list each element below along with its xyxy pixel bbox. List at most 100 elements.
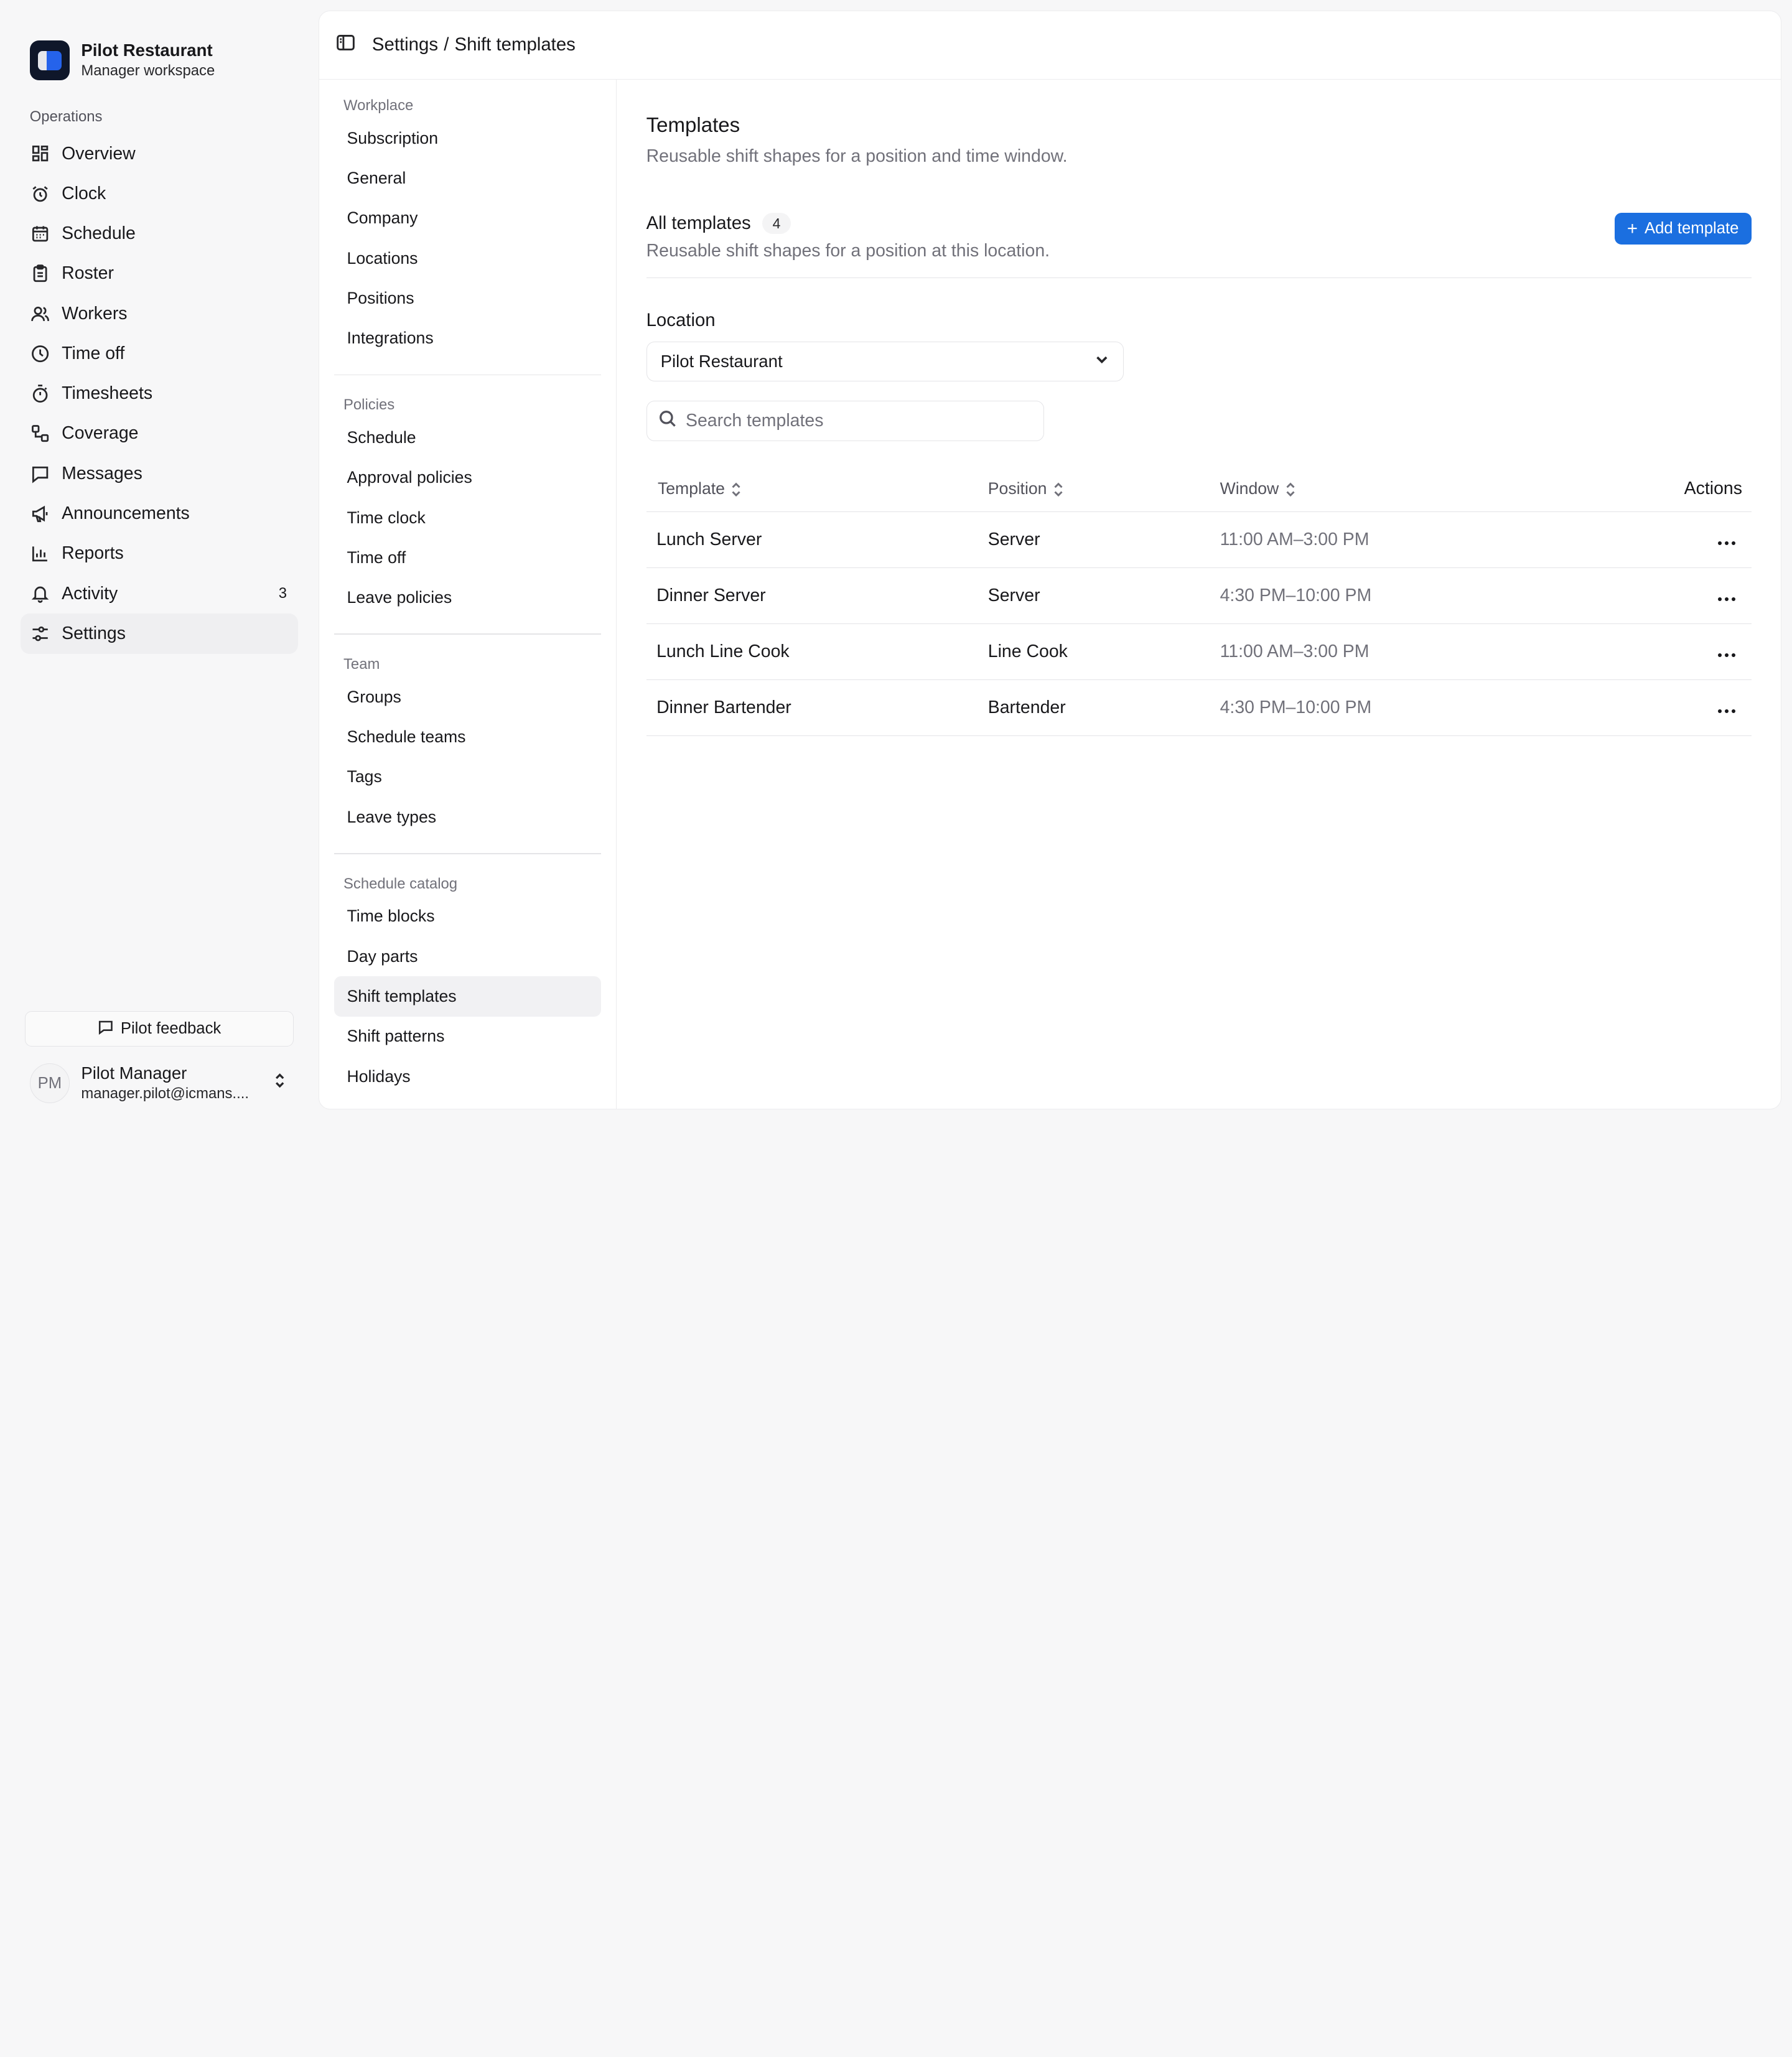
settings-nav-item-day-parts[interactable]: Day parts [334,936,601,976]
sidebar-item-activity[interactable]: Activity 3 [21,574,298,613]
message-icon [30,464,50,484]
sidebar-item-settings[interactable]: Settings [21,613,299,654]
template-name-cell: Dinner Bartender [646,679,988,737]
search-icon [658,409,676,432]
settings-nav-item-schedule[interactable]: Schedule [334,417,601,457]
settings-group-label: Workplace [343,96,414,114]
settings-nav-item-general[interactable]: General [334,158,601,198]
megaphone-icon [30,503,50,524]
settings-nav-item-holidays[interactable]: Holidays [334,1056,601,1096]
sidebar: Pilot Restaurant Manager workspace Opera… [0,0,319,1120]
add-template-button[interactable]: + Add template [1614,212,1752,245]
settings-nav-item-subscription[interactable]: Subscription [334,118,601,158]
sidebar-item-label: Schedule [62,223,136,244]
clipboard-icon [30,263,50,284]
settings-nav-item-integrations[interactable]: Integrations [334,319,601,358]
breadcrumb-current: Shift templates [454,34,576,55]
sidebar-item-timesheets[interactable]: Timesheets [21,374,298,414]
user-menu[interactable]: PM Pilot Manager manager.pilot@icmans...… [25,1047,294,1120]
user-name: Pilot Manager [81,1063,187,1083]
settings-nav-item-time-clock[interactable]: Time clock [334,498,601,538]
sidebar-item-overview[interactable]: Overview [21,134,298,174]
sidebar-toggle-icon[interactable] [335,32,356,58]
breadcrumb-settings[interactable]: Settings [372,34,438,55]
more-actions-icon[interactable] [1717,597,1735,602]
page-description: Reusable shift shapes for a position and… [646,146,1068,167]
page-title: Templates [646,113,740,137]
divider [334,374,601,376]
settings-nav-item-leave-policies[interactable]: Leave policies [334,577,601,617]
location-select[interactable]: Pilot Restaurant [646,341,1124,382]
sidebar-item-time-off[interactable]: Time off [21,334,298,373]
sidebar-item-clock[interactable]: Clock [21,174,298,213]
settings-nav-item-shift-templates[interactable]: Shift templates [334,976,601,1017]
template-name-cell: Lunch Line Cook [646,623,988,681]
location-select-value: Pilot Restaurant [660,352,783,371]
column-header-position[interactable]: Position [987,466,1220,513]
settings-nav-item-time-off[interactable]: Time off [334,538,601,577]
settings-nav-item-positions[interactable]: Positions [334,278,601,318]
avatar: PM [29,1063,70,1104]
table-row[interactable]: Dinner Server Server 4:30 PM–10:00 PM [646,567,1752,625]
settings-nav-item-shift-patterns[interactable]: Shift patterns [334,1017,601,1056]
section-header: All templates 4 Reusable shift shapes fo… [646,212,1752,278]
sidebar-item-announcements[interactable]: Announcements [21,493,298,533]
settings-nav-item-tags[interactable]: Tags [334,757,601,797]
breadcrumb: Settings / Shift templates [372,34,576,55]
sidebar-item-label: Workers [62,303,128,324]
actions-cell [1588,511,1752,569]
column-header-position-label: Position [987,479,1047,498]
page-content: Templates Reusable shift shapes for a po… [617,80,1781,1109]
user-email: manager.pilot@icmans.... [81,1085,249,1103]
sidebar-item-roster[interactable]: Roster [21,254,298,294]
sidebar-item-label: Clock [62,183,106,203]
chevron-down-icon [1094,352,1110,372]
sidebar-item-reports[interactable]: Reports [21,534,298,574]
column-header-template[interactable]: Template [646,466,988,513]
position-cell: Bartender [987,679,1220,737]
location-label: Location [646,310,716,331]
sidebar-item-messages[interactable]: Messages [21,454,298,493]
brand[interactable]: Pilot Restaurant Manager workspace [0,0,319,91]
chevrons-up-down-icon[interactable] [271,1071,289,1094]
stopwatch-icon [30,383,50,404]
table-row[interactable]: Dinner Bartender Bartender 4:30 PM–10:00 P… [646,679,1752,737]
sort-icon [729,482,743,498]
search-input[interactable] [686,411,1032,432]
sidebar-nav: Overview Clock Schedule Roster Workers Time o… [0,134,319,654]
sidebar-item-label: Messages [62,463,142,483]
sidebar-item-label: Settings [62,623,126,643]
settings-nav-item-company[interactable]: Company [334,198,601,238]
settings-nav-item-time-blocks[interactable]: Time blocks [334,897,601,936]
column-header-actions: Actions [1588,466,1752,513]
more-actions-icon[interactable] [1717,653,1735,658]
brand-subtitle: Manager workspace [81,62,215,80]
main-panel: Settings / Shift templates Workplace Subs… [319,10,1782,1110]
table-row[interactable]: Lunch Server Server 11:00 AM–3:00 PM [646,511,1752,569]
settings-nav: Workplace Subscription General Company Locat… [319,79,617,1109]
grid-icon [30,143,50,164]
window-cell: 11:00 AM–3:00 PM [1220,623,1589,681]
settings-nav-item-schedule-teams[interactable]: Schedule teams [334,717,601,757]
add-template-label: Add template [1644,220,1739,238]
window-cell: 4:30 PM–10:00 PM [1220,567,1589,625]
more-actions-icon[interactable] [1717,709,1735,714]
sidebar-item-coverage[interactable]: Coverage [21,414,298,454]
sidebar-item-workers[interactable]: Workers [21,294,298,334]
settings-nav-item-approval-policies[interactable]: Approval policies [334,458,601,498]
pilot-feedback-button[interactable]: Pilot feedback [25,1011,294,1047]
column-header-window[interactable]: Window [1220,466,1589,513]
sliders-icon [30,623,50,644]
settings-nav-item-groups[interactable]: Groups [334,677,601,717]
settings-nav-item-leave-types[interactable]: Leave types [334,797,601,837]
more-actions-icon[interactable] [1717,541,1735,546]
template-name-cell: Dinner Server [646,567,988,625]
actions-cell [1588,567,1752,625]
settings-nav-item-locations[interactable]: Locations [334,238,601,278]
sidebar-item-label: Roster [62,263,114,284]
table-row[interactable]: Lunch Line Cook Line Cook 11:00 AM–3:00 PM [646,623,1752,681]
workflow-icon [30,423,50,444]
sidebar-item-schedule[interactable]: Schedule [21,213,298,253]
sidebar-item-label: Activity [62,583,118,604]
sidebar-item-label: Timesheets [62,383,153,404]
